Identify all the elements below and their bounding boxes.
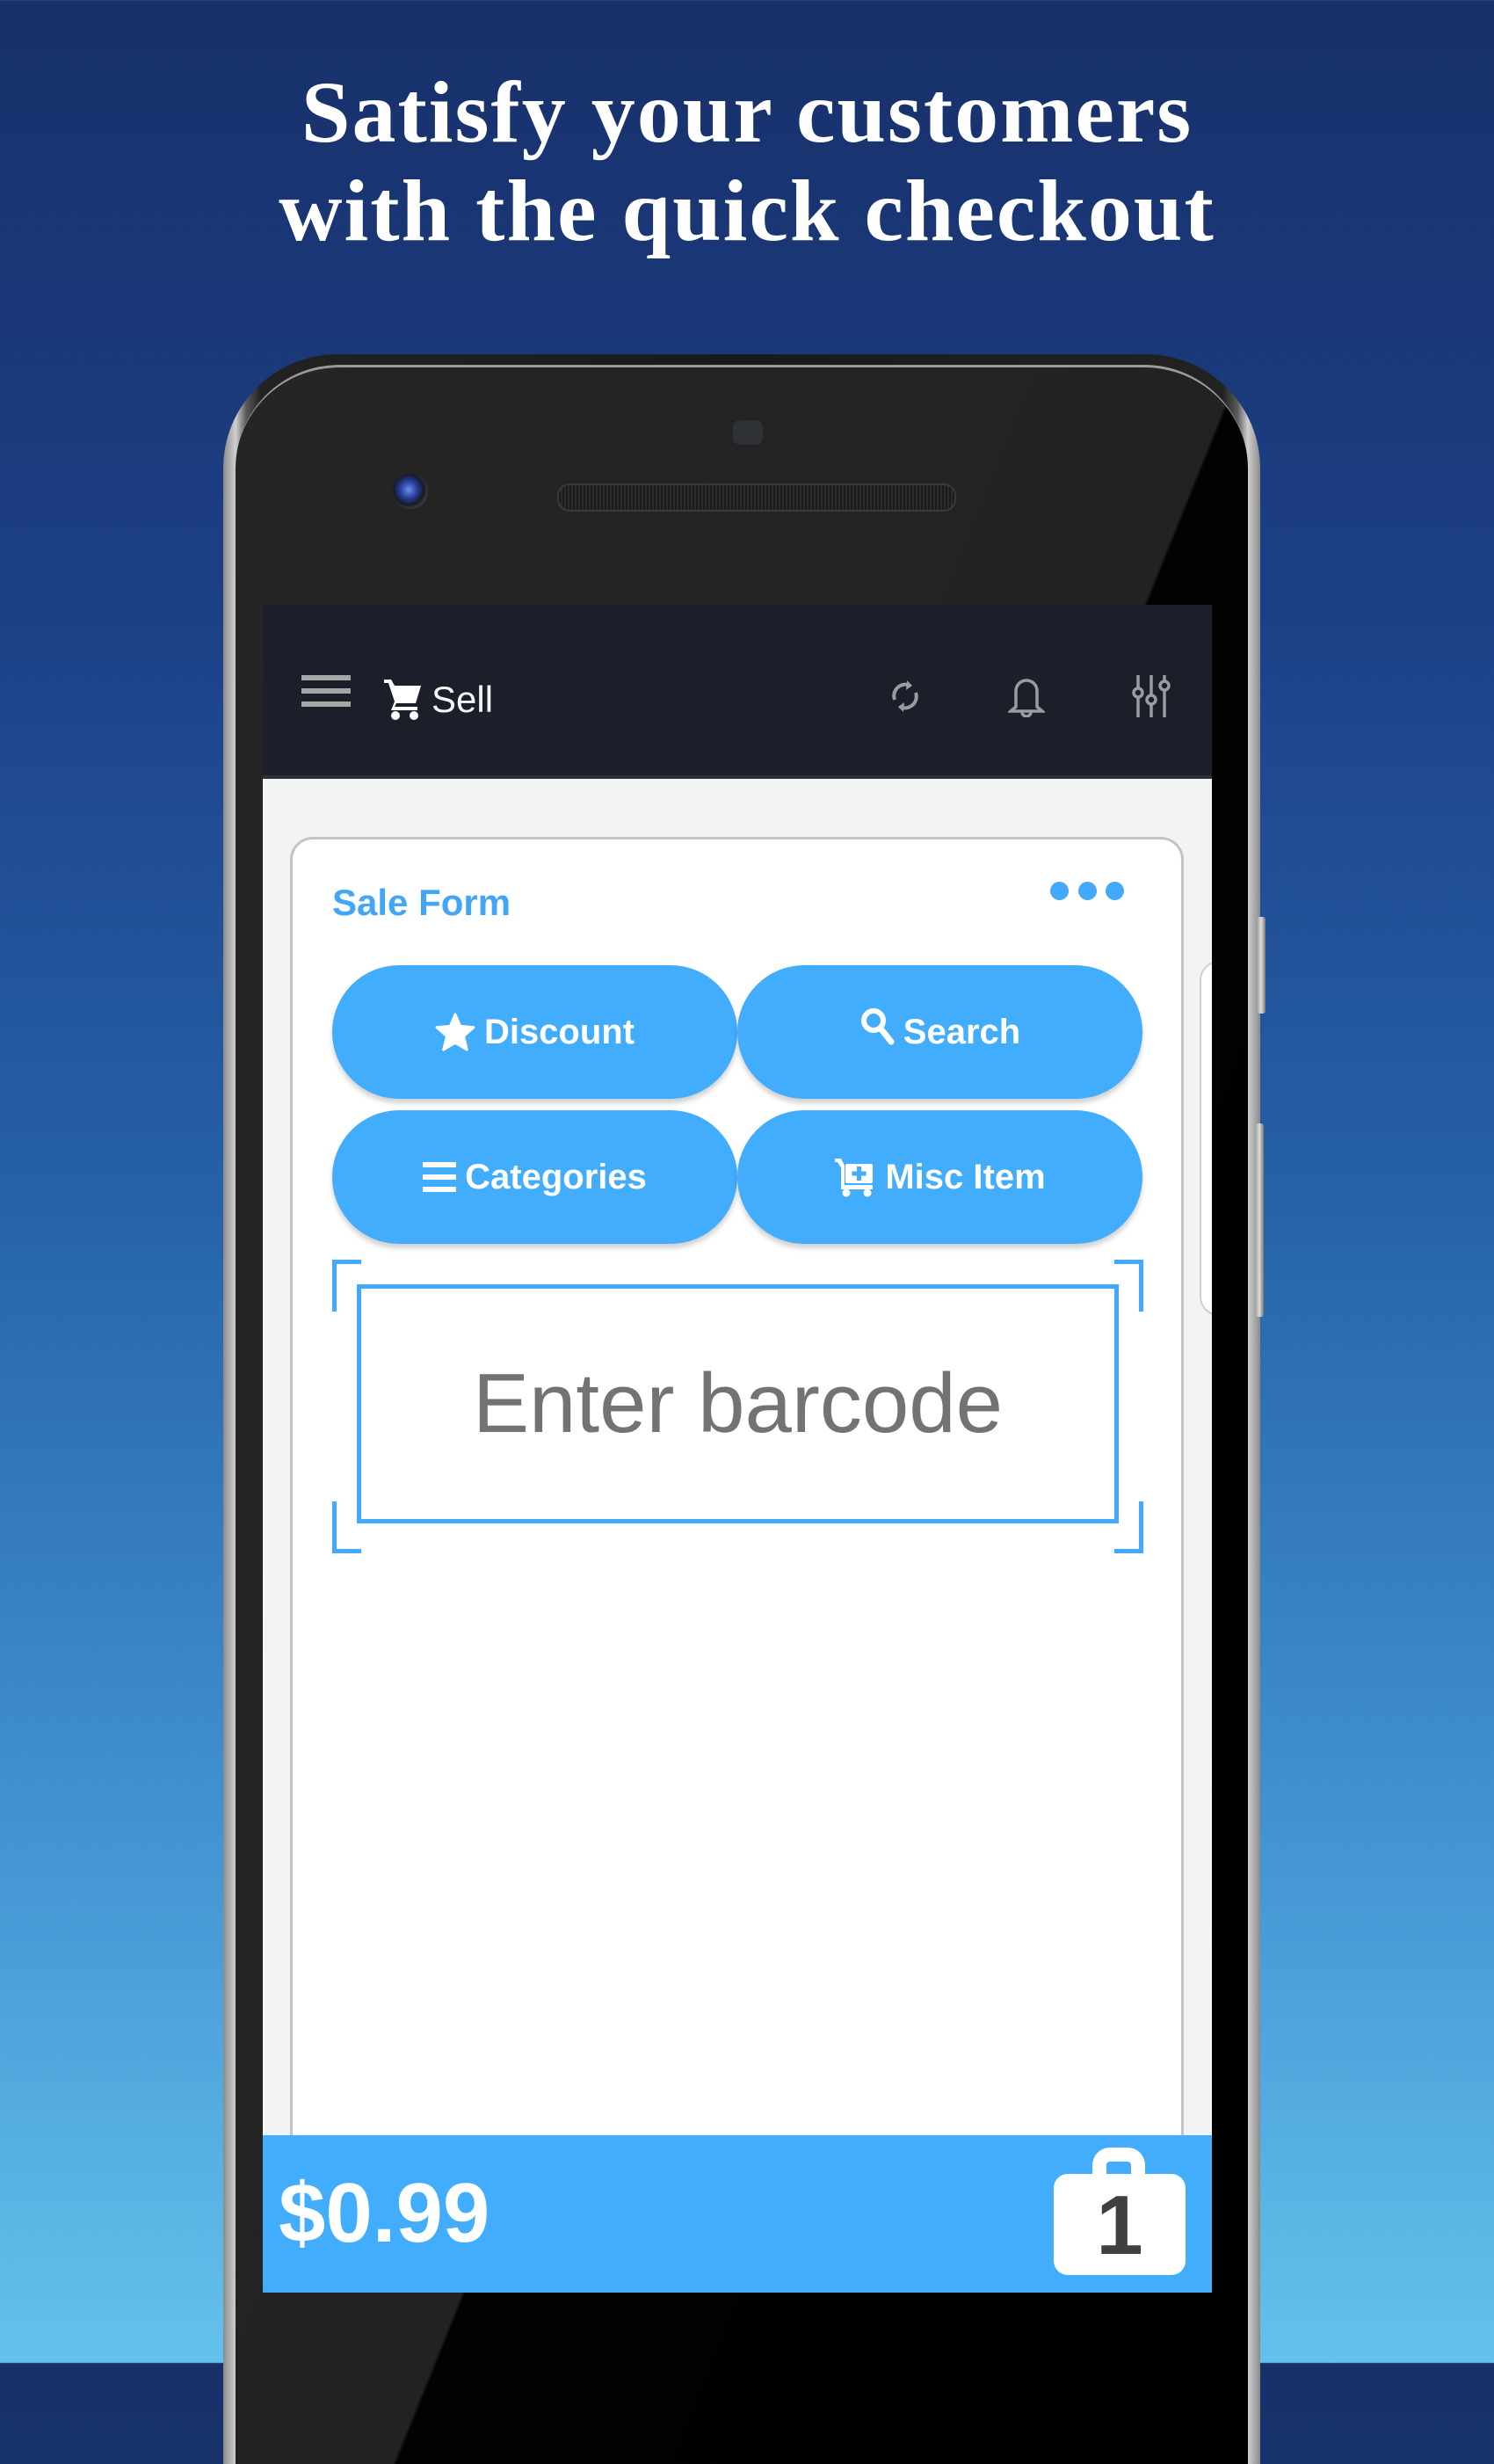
barcode-input[interactable]: Enter barcode xyxy=(357,1284,1119,1523)
list-icon xyxy=(423,1162,457,1192)
headline: Satisfy your customers with the quick ch… xyxy=(0,63,1494,260)
misc-item-label: Misc Item xyxy=(885,1157,1046,1196)
card-title: Sale Form xyxy=(332,882,511,923)
volume-button xyxy=(1255,1123,1264,1317)
earpiece-speaker xyxy=(557,483,956,512)
search-label: Search xyxy=(903,1012,1021,1051)
discount-button[interactable]: Discount xyxy=(332,965,737,1099)
misc-item-button[interactable]: Misc Item xyxy=(737,1110,1142,1244)
page-title: Sell xyxy=(432,679,494,720)
search-button[interactable]: Search xyxy=(737,965,1142,1099)
barcode-scan-frame: Enter barcode xyxy=(332,1260,1143,1553)
discount-label: Discount xyxy=(483,1012,635,1051)
categories-label: Categories xyxy=(465,1157,647,1196)
more-horizontal-icon[interactable] xyxy=(1050,882,1124,903)
total-amount: $0.99 xyxy=(279,2166,490,2260)
sale-form-card: Sale Form Discount Search Categories Mis… xyxy=(290,837,1184,2293)
headline-line-2: with the quick checkout xyxy=(279,162,1215,259)
shopping-cart-icon xyxy=(382,677,423,721)
star-icon xyxy=(435,1013,475,1051)
cart-button[interactable]: 1 xyxy=(1054,2148,1186,2275)
front-camera xyxy=(393,474,428,520)
app-toolbar: Sell xyxy=(263,605,1212,779)
bell-icon[interactable] xyxy=(1006,675,1047,718)
cart-plus-icon xyxy=(835,1159,874,1197)
next-card-peek xyxy=(1200,961,1212,1316)
hamburger-menu-icon[interactable] xyxy=(301,675,351,710)
checkout-bar: $0.99 1 xyxy=(263,2135,1212,2293)
categories-button[interactable]: Categories xyxy=(332,1110,737,1244)
cart-item-count: 1 xyxy=(1096,2178,1143,2272)
power-button xyxy=(1257,917,1266,1014)
search-icon xyxy=(860,1008,895,1045)
sync-icon[interactable] xyxy=(889,677,921,716)
sliders-icon[interactable] xyxy=(1131,673,1171,719)
headline-line-1: Satisfy your customers xyxy=(301,63,1193,161)
proximity-sensor xyxy=(733,420,763,445)
app-screen: Sell Sale Form Discount Search Categorie… xyxy=(263,605,1212,2293)
